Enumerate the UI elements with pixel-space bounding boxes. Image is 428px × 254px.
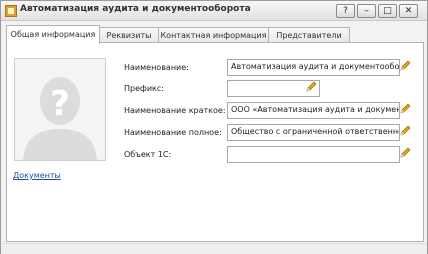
documents-link[interactable]: Документы xyxy=(13,171,61,180)
tab-contact-info[interactable]: Контактная информация xyxy=(158,27,269,43)
pencil-icon[interactable] xyxy=(398,59,412,73)
maximize-button[interactable]: □ xyxy=(378,4,397,18)
help-button[interactable]: ? xyxy=(336,4,355,18)
close-button[interactable]: ✕ xyxy=(399,4,418,18)
short-name-label: Наименование краткое: xyxy=(124,106,226,115)
tab-general-info[interactable]: Общая информация xyxy=(6,25,100,44)
tab-requisites[interactable]: Реквизиты xyxy=(99,27,159,43)
name-value: Автоматизация аудита и документооборота xyxy=(231,62,400,71)
window-title: Автоматизация аудита и документооборота xyxy=(20,4,251,14)
title-bar[interactable]: Автоматизация аудита и документооборота … xyxy=(1,1,427,21)
short-name-value: ООО «Автоматизация аудита и документообо… xyxy=(231,105,399,114)
pencil-icon[interactable] xyxy=(304,80,318,94)
short-name-field[interactable]: ООО «Автоматизация аудита и документообо… xyxy=(227,102,400,119)
tab-panel-general: ? Документы Наименование: Автоматизация … xyxy=(6,42,424,242)
status-bar xyxy=(1,243,427,254)
full-name-field[interactable]: Общество с ограниченной ответственностью… xyxy=(227,124,400,141)
tab-representatives[interactable]: Представители xyxy=(268,27,350,43)
app-icon xyxy=(5,5,17,17)
dialog-window: Автоматизация аудита и документооборота … xyxy=(0,0,428,254)
name-field[interactable]: Автоматизация аудита и документооборота xyxy=(227,59,400,76)
pencil-icon[interactable] xyxy=(398,146,412,160)
name-label: Наименование: xyxy=(124,63,189,72)
pencil-icon[interactable] xyxy=(398,102,412,116)
prefix-label: Префикс: xyxy=(124,84,164,93)
object-1c-field[interactable] xyxy=(227,146,400,163)
pencil-icon[interactable] xyxy=(398,124,412,138)
object-1c-label: Объект 1С: xyxy=(124,150,172,159)
svg-text:?: ? xyxy=(50,84,70,124)
minimize-button[interactable]: – xyxy=(357,4,376,18)
full-name-label: Наименование полное: xyxy=(124,128,222,137)
avatar-placeholder-icon[interactable]: ? xyxy=(14,58,106,161)
full-name-value: Общество с ограниченной ответственностью… xyxy=(231,127,399,136)
